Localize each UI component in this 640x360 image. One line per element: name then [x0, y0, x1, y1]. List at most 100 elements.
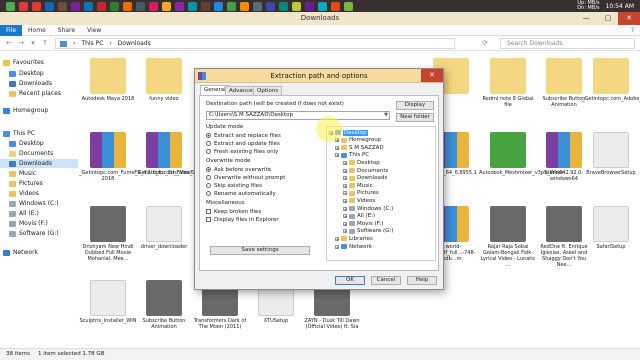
- back-icon[interactable]: ←: [4, 38, 14, 48]
- taskbar-app-icon[interactable]: [305, 1, 314, 11]
- minimize-icon[interactable]: —: [576, 12, 596, 25]
- close-icon[interactable]: ✕: [618, 12, 640, 25]
- taskbar-app-icon[interactable]: [123, 1, 132, 11]
- sidebar-item-this-pc[interactable]: This PC: [0, 129, 78, 138]
- taskbar-app-icon[interactable]: [292, 1, 301, 11]
- sidebar-item-downloads[interactable]: Downloads: [0, 159, 78, 168]
- taskbar-app-icon[interactable]: [331, 1, 340, 11]
- radio-skip-existing[interactable]: Skip existing files: [206, 182, 262, 189]
- sidebar-item-documents[interactable]: Documents: [0, 149, 78, 158]
- expand-icon[interactable]: +: [343, 229, 347, 234]
- tree-node-homegroup[interactable]: + Homegroup: [335, 137, 381, 144]
- checkbox-display-explorer[interactable]: Display files in Explorer: [206, 216, 279, 223]
- checkbox-keep-broken[interactable]: Keep broken files: [206, 208, 261, 215]
- sidebar-item-favourites[interactable]: Favourites: [0, 58, 78, 67]
- tree-node-music[interactable]: + Music: [343, 182, 373, 189]
- tree-node-network[interactable]: + Network: [335, 243, 372, 250]
- tab-view[interactable]: View: [81, 25, 107, 36]
- tree-node-software-g[interactable]: + Software (G:): [343, 228, 393, 235]
- taskbar-chrome-icon[interactable]: [6, 1, 15, 11]
- file-item[interactable]: driver_downloader: [135, 206, 193, 250]
- taskbar-app-icon[interactable]: [240, 1, 249, 11]
- tree-node-pictures[interactable]: + Pictures: [343, 190, 379, 197]
- file-item[interactable]: Subscribe Button Animation: [135, 280, 193, 330]
- taskbar-app-icon[interactable]: [227, 1, 236, 11]
- maximize-icon[interactable]: ▢: [598, 12, 618, 25]
- folder-tree[interactable]: +Desktop+Homegroup+S M SAZZAD+This PC+De…: [326, 126, 436, 261]
- tree-node-windows-c[interactable]: + Windows (C:): [343, 205, 393, 212]
- sidebar-item-music[interactable]: Music: [0, 169, 78, 178]
- chevron-down-icon[interactable]: ▼: [384, 112, 388, 119]
- tree-node-movis-f[interactable]: + Movis (F:): [343, 220, 383, 227]
- display-button[interactable]: Display: [396, 101, 434, 110]
- taskbar-app-icon[interactable]: [266, 1, 275, 11]
- search-input[interactable]: Search Downloads: [500, 38, 635, 49]
- refresh-icon[interactable]: ⟳: [480, 38, 490, 48]
- expand-icon[interactable]: +: [343, 221, 347, 226]
- expand-icon[interactable]: +: [343, 168, 347, 173]
- expand-icon[interactable]: +: [335, 153, 339, 158]
- folder-item[interactable]: Autodesk Maya 2018: [79, 58, 137, 102]
- tree-node-documents[interactable]: + Documents: [343, 167, 388, 174]
- radio-extract-replace[interactable]: Extract and replace files: [206, 132, 281, 139]
- expand-icon[interactable]: +: [343, 160, 347, 165]
- folder-item[interactable]: funny video: [135, 58, 193, 102]
- taskbar-app-icon[interactable]: [71, 1, 80, 11]
- address-input[interactable]: › This PC › Downloads: [55, 38, 455, 49]
- expand-icon[interactable]: +: [343, 183, 347, 188]
- taskbar-app-icon[interactable]: [214, 1, 223, 11]
- radio-overwrite-no-prompt[interactable]: Overwrite without prompt: [206, 174, 285, 181]
- taskbar-app-icon[interactable]: [318, 1, 327, 11]
- sidebar-item-desktop[interactable]: Desktop: [0, 139, 78, 148]
- dialog-close-button[interactable]: ✕: [421, 69, 443, 82]
- taskbar-app-icon[interactable]: [58, 1, 67, 11]
- new-folder-button[interactable]: New folder: [396, 113, 434, 122]
- tree-node-this-pc[interactable]: + This PC: [335, 152, 369, 159]
- tree-node-videos[interactable]: + Videos: [343, 197, 375, 204]
- taskbar-app-icon[interactable]: [344, 1, 353, 11]
- dest-path-input[interactable]: C:\Users\S M SAZZAD\Desktop ▼: [206, 111, 390, 120]
- tree-node-s-m-sazzad[interactable]: + S M SAZZAD: [335, 144, 384, 151]
- taskbar-app-icon[interactable]: [188, 1, 197, 11]
- taskbar-app-icon[interactable]: [149, 1, 158, 11]
- taskbar-app-icon[interactable]: [136, 1, 145, 11]
- sidebar-item-network[interactable]: Network: [0, 248, 78, 257]
- taskbar-app-icon[interactable]: [253, 1, 262, 11]
- sidebar-item-videos[interactable]: Videos: [0, 189, 78, 198]
- taskbar-app-icon[interactable]: [84, 1, 93, 11]
- breadcrumb-downloads[interactable]: Downloads: [118, 39, 151, 48]
- chevron-down-icon[interactable]: ▾: [28, 38, 38, 48]
- clock[interactable]: 10:54 AM: [606, 3, 634, 10]
- expand-icon[interactable]: +: [343, 191, 347, 196]
- up-icon[interactable]: ↑: [40, 38, 50, 48]
- help-button[interactable]: Help: [407, 276, 437, 285]
- radio-ask-overwrite[interactable]: Ask before overwrite: [206, 166, 271, 173]
- file-item[interactable]: Sculptris_Installer_WIN: [79, 280, 137, 324]
- expand-icon[interactable]: +: [343, 214, 347, 219]
- taskbar-folder-icon[interactable]: [162, 1, 171, 11]
- taskbar-app-icon[interactable]: [110, 1, 119, 11]
- radio-rename-auto[interactable]: Rename automatically: [206, 190, 276, 197]
- file-item[interactable]: SafariSetup: [582, 206, 640, 250]
- sidebar-item-movis-f[interactable]: Movis (F:): [0, 219, 78, 228]
- sidebar-item-desktop[interactable]: Desktop: [0, 69, 78, 78]
- tab-home[interactable]: Home: [22, 25, 52, 36]
- tree-node-downloads[interactable]: + Downloads: [343, 175, 387, 182]
- tab-share[interactable]: Share: [52, 25, 81, 36]
- expand-icon[interactable]: +: [335, 236, 339, 241]
- tree-node-desktop[interactable]: + Desktop: [343, 159, 380, 166]
- radio-fresh-existing[interactable]: Fresh existing files only: [206, 148, 278, 155]
- cancel-button[interactable]: Cancel: [371, 276, 401, 285]
- help-icon[interactable]: ?: [631, 27, 634, 34]
- tree-node-libraries[interactable]: + Libraries: [335, 235, 373, 242]
- sidebar-item-windows-c[interactable]: Windows (C:): [0, 199, 78, 208]
- tab-options[interactable]: Options: [253, 86, 283, 95]
- file-item[interactable]: _Getintopc.com_FumeFX.4.Maya.2016.Incl.A…: [135, 132, 281, 176]
- taskbar-app-icon[interactable]: [97, 1, 106, 11]
- sidebar-item-homegroup[interactable]: Homegroup: [0, 106, 78, 115]
- sidebar-item-all-e[interactable]: All (E:): [0, 209, 78, 218]
- sidebar-item-downloads[interactable]: Downloads: [0, 79, 78, 88]
- folder-item[interactable]: _Getintopc.com_Adobe_After_Effects_CC_20…: [582, 58, 640, 102]
- file-item[interactable]: BraveBrowserSetup: [582, 132, 640, 176]
- breadcrumb-this-pc[interactable]: This PC: [81, 39, 103, 48]
